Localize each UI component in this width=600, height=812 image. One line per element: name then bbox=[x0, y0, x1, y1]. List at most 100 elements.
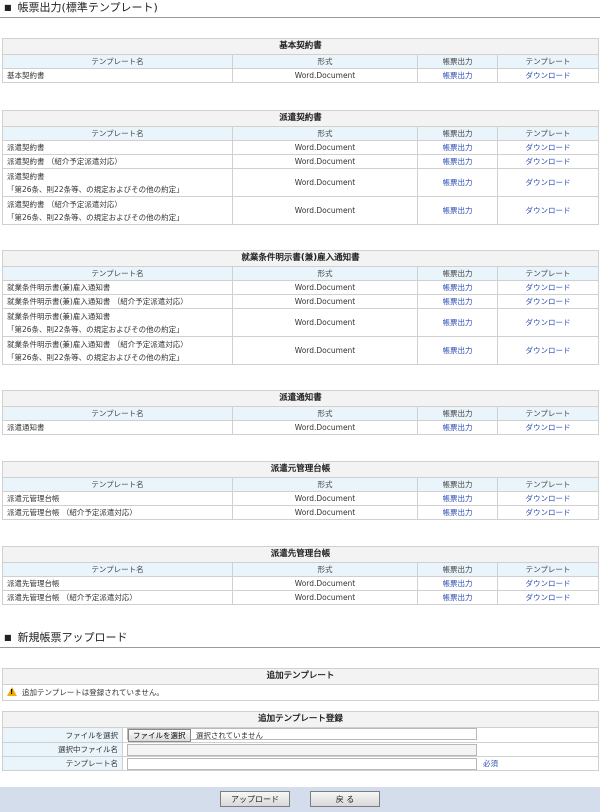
download-link[interactable]: ダウンロード bbox=[526, 508, 571, 517]
column-header: テンプレート bbox=[496, 477, 600, 492]
template-name-cell: 派遣契約書 （紹介予定派遣対応） 「第26条、則22条等、の規定およびその他の約定… bbox=[2, 196, 233, 225]
table-row: 就業条件明示書(兼)雇入通知書 Word.Document 帳票出力 ダウンロード bbox=[2, 280, 600, 295]
section-title-text: 帳票出力(標準テンプレート) bbox=[17, 1, 158, 14]
upload-button[interactable]: アップロード bbox=[220, 791, 290, 807]
table-row: 派遣契約書 「第26条、則22条等、の規定およびその他の約定」 Word.Docum… bbox=[2, 168, 600, 197]
notice-row: 追加テンプレートは登録されていません。 bbox=[2, 684, 599, 701]
download-link[interactable]: ダウンロード bbox=[526, 157, 571, 166]
column-header: テンプレート bbox=[496, 562, 600, 577]
column-header: 形式 bbox=[232, 266, 418, 281]
template-table: 基本契約書 テンプレート名 形式 帳票出力 テンプレート 基本契約書 Word.Docume… bbox=[1, 38, 600, 83]
added-templates-table: 追加テンプレート 追加テンプレートは登録されていません。 bbox=[2, 668, 599, 701]
column-header: 形式 bbox=[232, 126, 418, 141]
download-link[interactable]: ダウンロード bbox=[526, 318, 571, 327]
output-cell: 帳票出力 bbox=[417, 196, 498, 225]
choose-file-button[interactable]: ファイルを選択 bbox=[128, 729, 191, 742]
table-caption: 就業条件明示書(兼)雇入通知書 bbox=[1, 250, 600, 267]
table-row: 就業条件明示書(兼)雇入通知書 「第26条、則22条等、の規定およびその他の約定」… bbox=[2, 308, 600, 337]
output-cell: 帳票出力 bbox=[417, 168, 498, 197]
output-link[interactable]: 帳票出力 bbox=[443, 494, 473, 503]
template-table: 就業条件明示書(兼)雇入通知書 テンプレート名 形式 帳票出力 テンプレート 就業条件明示… bbox=[1, 250, 600, 365]
output-link[interactable]: 帳票出力 bbox=[443, 143, 473, 152]
output-link[interactable]: 帳票出力 bbox=[443, 71, 473, 80]
output-link[interactable]: 帳票出力 bbox=[443, 157, 473, 166]
output-cell: 帳票出力 bbox=[417, 491, 498, 506]
format-cell: Word.Document bbox=[232, 68, 418, 83]
output-cell: 帳票出力 bbox=[417, 280, 498, 295]
template-table: 派遣元管理台帳 テンプレート名 形式 帳票出力 テンプレート 派遣元管理台帳 Word.Do… bbox=[1, 461, 600, 520]
format-cell: Word.Document bbox=[232, 280, 418, 295]
section-title-output: ■ 帳票出力(標準テンプレート) bbox=[0, 0, 600, 18]
table-caption: 派遣元管理台帳 bbox=[1, 461, 600, 478]
format-cell: Word.Document bbox=[232, 308, 418, 337]
template-name-label: テンプレート名 bbox=[2, 756, 123, 771]
download-link[interactable]: ダウンロード bbox=[526, 593, 571, 602]
download-cell: ダウンロード bbox=[496, 294, 600, 309]
table-row: 派遣契約書 （紹介予定派遣対応） 「第26条、則22条等、の規定およびその他の約定… bbox=[2, 196, 600, 225]
output-link[interactable]: 帳票出力 bbox=[443, 593, 473, 602]
column-header: 形式 bbox=[232, 54, 418, 69]
template-name-cell: 派遣元管理台帳 bbox=[2, 491, 233, 506]
output-cell: 帳票出力 bbox=[417, 294, 498, 309]
download-link[interactable]: ダウンロード bbox=[526, 206, 571, 215]
output-link[interactable]: 帳票出力 bbox=[443, 178, 473, 187]
output-cell: 帳票出力 bbox=[417, 140, 498, 155]
output-link[interactable]: 帳票出力 bbox=[443, 579, 473, 588]
column-header: テンプレート bbox=[496, 126, 600, 141]
output-link[interactable]: 帳票出力 bbox=[443, 508, 473, 517]
template-table: 派遣契約書 テンプレート名 形式 帳票出力 テンプレート 派遣契約書 Word.Docume… bbox=[1, 110, 600, 225]
column-header: テンプレート名 bbox=[2, 126, 233, 141]
format-cell: Word.Document bbox=[232, 140, 418, 155]
template-name-cell: 派遣元管理台帳 （紹介予定派遣対応） bbox=[2, 505, 233, 520]
table-row: 派遣先管理台帳 Word.Document 帳票出力 ダウンロード bbox=[2, 576, 600, 591]
download-link[interactable]: ダウンロード bbox=[526, 143, 571, 152]
section-title-upload: ■ 新規帳票アップロード bbox=[0, 630, 600, 648]
file-input[interactable]: ファイルを選択 選択されていません bbox=[127, 728, 477, 742]
output-cell: 帳票出力 bbox=[417, 590, 498, 605]
format-cell: Word.Document bbox=[232, 590, 418, 605]
output-link[interactable]: 帳票出力 bbox=[443, 423, 473, 432]
required-mark: 必須 bbox=[483, 759, 498, 768]
table-row: 派遣先管理台帳 （紹介予定派遣対応） Word.Document 帳票出力 ダウンロー… bbox=[2, 590, 600, 605]
download-link[interactable]: ダウンロード bbox=[526, 346, 571, 355]
selected-file-label: 選択中ファイル名 bbox=[2, 742, 123, 757]
table-caption: 派遣通知書 bbox=[1, 390, 600, 407]
column-header: テンプレート bbox=[496, 266, 600, 281]
download-cell: ダウンロード bbox=[496, 68, 600, 83]
download-link[interactable]: ダウンロード bbox=[526, 423, 571, 432]
format-cell: Word.Document bbox=[232, 505, 418, 520]
column-header: 帳票出力 bbox=[417, 406, 498, 421]
column-header: 形式 bbox=[232, 562, 418, 577]
selected-file-cell bbox=[122, 742, 599, 757]
template-name-input[interactable] bbox=[127, 757, 477, 770]
template-name-subtitle: 「第26条、則22条等、の規定およびその他の約定」 bbox=[7, 324, 184, 334]
template-table: 派遣先管理台帳 テンプレート名 形式 帳票出力 テンプレート 派遣先管理台帳 Word.Do… bbox=[1, 546, 600, 605]
template-name: 派遣契約書 （紹介予定派遣対応） bbox=[7, 157, 122, 166]
column-header: 帳票出力 bbox=[417, 126, 498, 141]
table-row: 就業条件明示書(兼)雇入通知書 （紹介予定派遣対応） Word.Document 帳… bbox=[2, 294, 600, 309]
download-link[interactable]: ダウンロード bbox=[526, 494, 571, 503]
column-header: 形式 bbox=[232, 406, 418, 421]
template-name-cell: 就業条件明示書(兼)雇入通知書 （紹介予定派遣対応） 「第26条、則22条等、の規… bbox=[2, 336, 233, 365]
download-link[interactable]: ダウンロード bbox=[526, 283, 571, 292]
output-link[interactable]: 帳票出力 bbox=[443, 206, 473, 215]
output-link[interactable]: 帳票出力 bbox=[443, 283, 473, 292]
format-cell: Word.Document bbox=[232, 491, 418, 506]
download-cell: ダウンロード bbox=[496, 308, 600, 337]
template-name: 派遣契約書 bbox=[7, 171, 45, 181]
back-button[interactable]: 戻 る bbox=[310, 791, 380, 807]
output-link[interactable]: 帳票出力 bbox=[443, 297, 473, 306]
download-link[interactable]: ダウンロード bbox=[526, 297, 571, 306]
template-name: 就業条件明示書(兼)雇入通知書 （紹介予定派遣対応） bbox=[7, 339, 188, 349]
download-cell: ダウンロード bbox=[496, 491, 600, 506]
file-select-cell: ファイルを選択 選択されていません bbox=[122, 727, 599, 743]
download-link[interactable]: ダウンロード bbox=[526, 579, 571, 588]
output-link[interactable]: 帳票出力 bbox=[443, 318, 473, 327]
output-link[interactable]: 帳票出力 bbox=[443, 346, 473, 355]
template-name: 派遣元管理台帳 （紹介予定派遣対応） bbox=[7, 508, 137, 517]
download-cell: ダウンロード bbox=[496, 420, 600, 435]
template-name: 派遣先管理台帳 bbox=[7, 579, 60, 588]
download-link[interactable]: ダウンロード bbox=[526, 178, 571, 187]
download-link[interactable]: ダウンロード bbox=[526, 71, 571, 80]
download-cell: ダウンロード bbox=[496, 154, 600, 169]
